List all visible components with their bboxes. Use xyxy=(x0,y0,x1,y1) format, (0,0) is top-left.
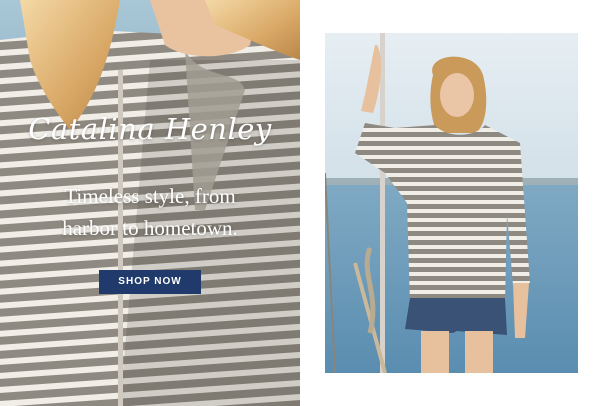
shop-now-button[interactable]: SHOP NOW xyxy=(99,270,201,294)
hero-subtitle-line-1: Timeless style, from xyxy=(64,184,236,208)
hero-banner[interactable]: Catalina Henley Timeless style, from har… xyxy=(0,0,300,406)
product-photo[interactable] xyxy=(325,33,578,373)
hero-subtitle: Timeless style, from harbor to hometown. xyxy=(0,180,300,244)
model-image xyxy=(325,33,578,373)
hero-title: Catalina Henley xyxy=(28,112,272,146)
hero-subtitle-line-2: harbor to hometown. xyxy=(62,216,238,240)
